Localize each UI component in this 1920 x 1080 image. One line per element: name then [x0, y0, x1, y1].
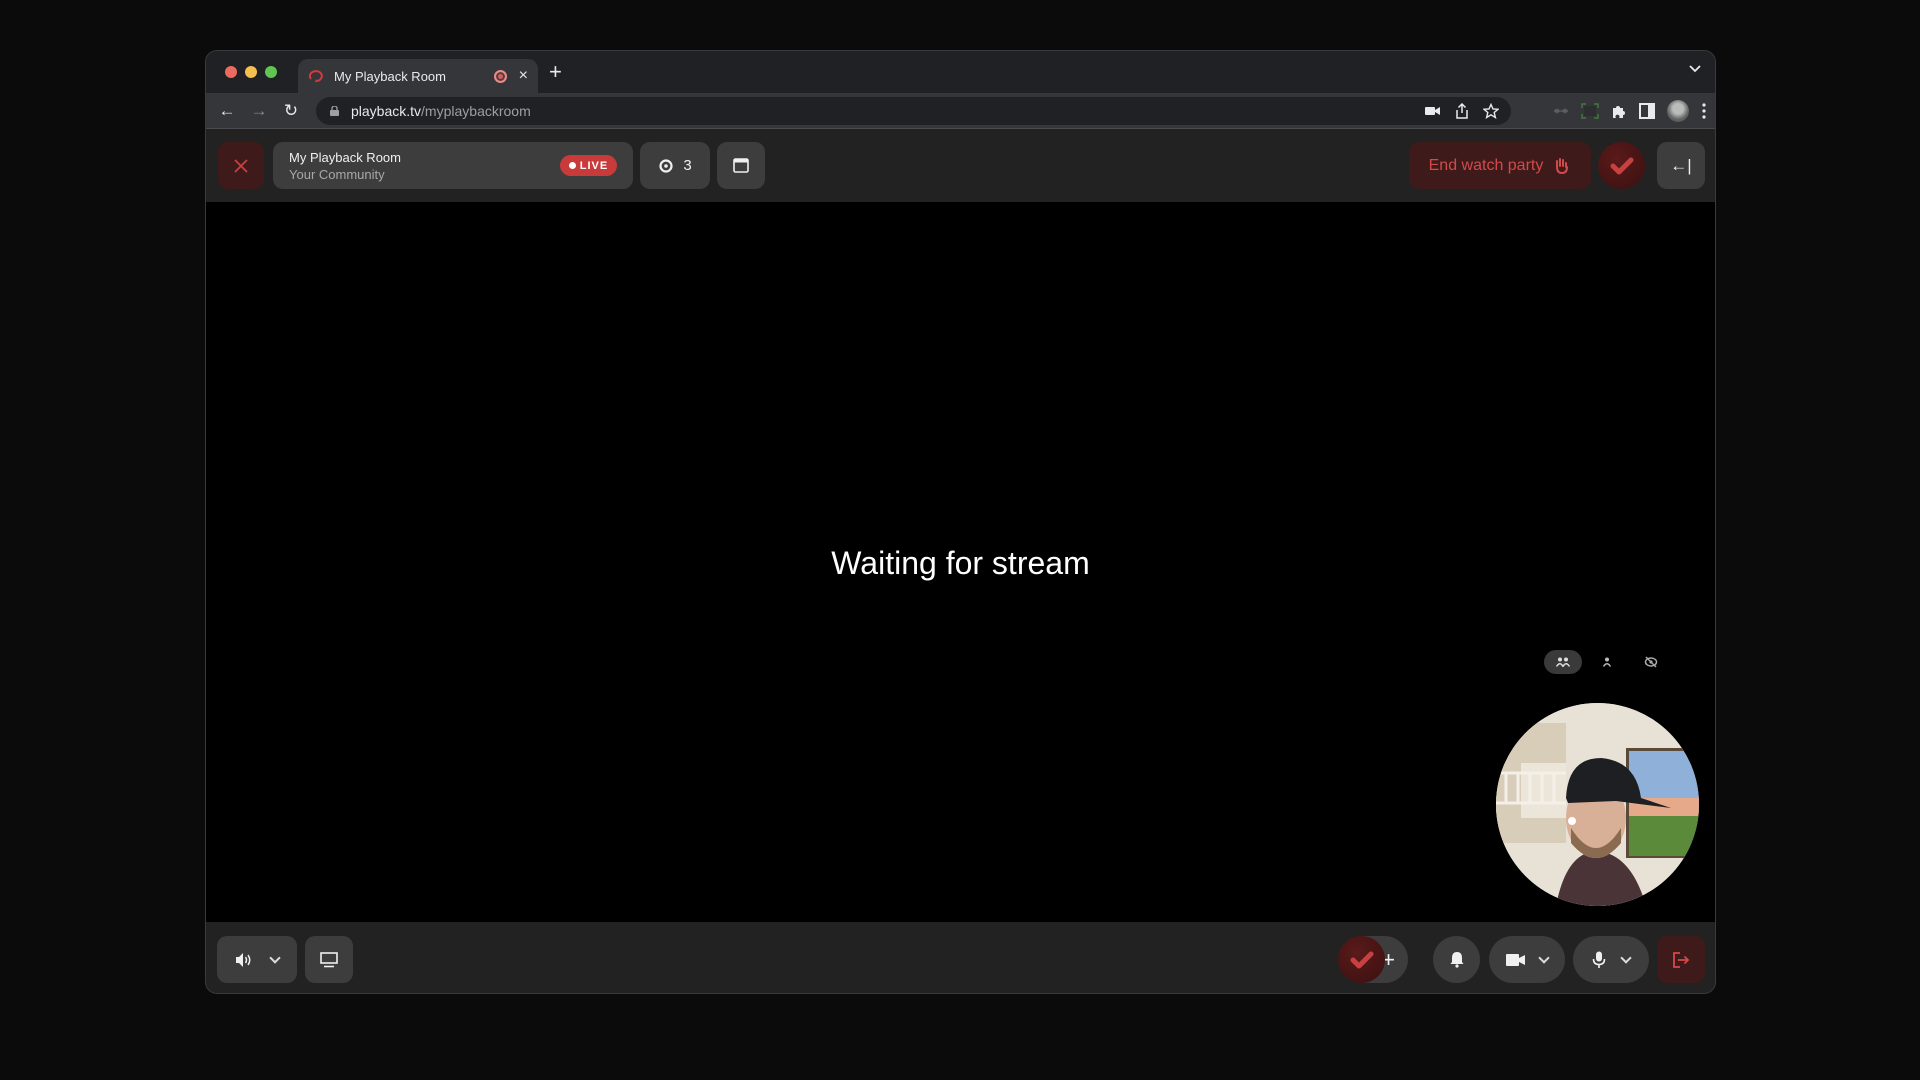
- chevron-down-icon[interactable]: [1689, 65, 1701, 73]
- minimize-window-button[interactable]: [245, 66, 257, 78]
- more-menu-icon[interactable]: [1701, 103, 1707, 119]
- group-view-icon: [1556, 657, 1570, 667]
- end-watch-party-button[interactable]: End watch party: [1409, 142, 1591, 189]
- single-view-button[interactable]: [1588, 650, 1626, 674]
- viewer-count-button[interactable]: 3: [640, 142, 710, 189]
- waving-hand-icon: [1556, 157, 1569, 174]
- microphone-button[interactable]: [1573, 936, 1649, 983]
- extension-dots-icon[interactable]: [1553, 107, 1569, 115]
- volume-icon: [236, 952, 251, 967]
- room-header: My Playback Room Your Community LIVE 3 E…: [206, 130, 1715, 202]
- camera-button[interactable]: [1489, 936, 1565, 983]
- volume-button[interactable]: [217, 936, 297, 983]
- reaction-button[interactable]: [1338, 936, 1385, 983]
- maximize-window-button[interactable]: [265, 66, 277, 78]
- window-controls: [225, 66, 277, 78]
- reload-button[interactable]: ↻: [275, 101, 307, 121]
- hide-view-icon: [1644, 656, 1658, 668]
- group-view-button[interactable]: [1544, 650, 1582, 674]
- video-stage: Waiting for stream: [206, 202, 1715, 922]
- screen-capture-icon[interactable]: [1581, 103, 1599, 119]
- live-label: LIVE: [579, 159, 609, 172]
- hide-view-button[interactable]: [1632, 650, 1670, 674]
- side-panel-icon[interactable]: [1639, 103, 1655, 119]
- tab-close-button[interactable]: ×: [519, 68, 528, 84]
- back-button[interactable]: ←: [211, 101, 243, 121]
- stream-status-text: Waiting for stream: [831, 545, 1090, 581]
- screen-share-button[interactable]: [305, 936, 353, 983]
- profile-avatar[interactable]: [1667, 100, 1689, 122]
- share-icon[interactable]: [1455, 103, 1469, 119]
- tab-strip: My Playback Room × +: [206, 51, 1715, 93]
- recording-icon: [493, 69, 507, 83]
- camera-icon: [1506, 953, 1525, 966]
- close-icon: [234, 158, 248, 173]
- live-badge: LIVE: [560, 155, 617, 176]
- browser-toolbar: ← → ↻ playback.tv/myplaybackroom: [206, 93, 1715, 129]
- url-host: playback.tv: [351, 103, 422, 119]
- microphone-icon: [1592, 951, 1606, 968]
- camera-in-use-icon[interactable]: [1425, 105, 1441, 117]
- room-info-card[interactable]: My Playback Room Your Community LIVE: [273, 142, 633, 189]
- browser-window: My Playback Room × + ← → ↻ playback.tv/m…: [205, 50, 1716, 994]
- camera-feed-image: [1496, 703, 1699, 906]
- eye-icon: [659, 158, 673, 173]
- single-view-icon: [1602, 657, 1612, 667]
- extensions-puzzle-icon[interactable]: [1611, 103, 1627, 119]
- lock-icon: [330, 106, 339, 116]
- view-mode-toggle: [1544, 650, 1670, 674]
- playback-logo-icon: [308, 70, 323, 83]
- close-room-button[interactable]: [218, 142, 264, 189]
- address-bar[interactable]: playback.tv/myplaybackroom: [316, 97, 1511, 125]
- bookmark-star-icon[interactable]: [1483, 103, 1499, 119]
- url-path: /myplaybackroom: [421, 103, 531, 119]
- layout-toggle-button[interactable]: [717, 142, 765, 189]
- end-party-label: End watch party: [1428, 156, 1544, 174]
- toolbar-actions: [1553, 97, 1707, 125]
- tab-title: My Playback Room: [334, 68, 446, 84]
- chevron-down-icon[interactable]: [1620, 951, 1632, 964]
- viewer-count: 3: [683, 157, 692, 174]
- live-dot-icon: [568, 162, 576, 169]
- leave-room-button[interactable]: [1657, 936, 1705, 983]
- bottom-controls: +: [206, 922, 1715, 993]
- chevron-down-icon[interactable]: [1538, 951, 1550, 964]
- window-layout-icon: [733, 158, 749, 173]
- close-window-button[interactable]: [225, 66, 237, 78]
- reaction-button[interactable]: [1598, 142, 1645, 189]
- notification-bell-icon: [1450, 952, 1463, 968]
- collapse-panel-button[interactable]: ←|: [1657, 142, 1705, 189]
- screen-share-icon: [320, 951, 338, 967]
- notification-button[interactable]: [1433, 936, 1480, 983]
- chevron-down-icon[interactable]: [269, 951, 281, 964]
- leave-icon: [1673, 951, 1690, 968]
- new-tab-button[interactable]: +: [549, 61, 562, 83]
- forward-button[interactable]: →: [243, 101, 275, 121]
- self-camera-preview[interactable]: [1496, 703, 1699, 906]
- reaction-icon: [1610, 157, 1633, 174]
- browser-tab[interactable]: My Playback Room ×: [298, 59, 538, 93]
- omnibox-actions: [1425, 103, 1499, 119]
- reaction-icon: [1350, 951, 1373, 968]
